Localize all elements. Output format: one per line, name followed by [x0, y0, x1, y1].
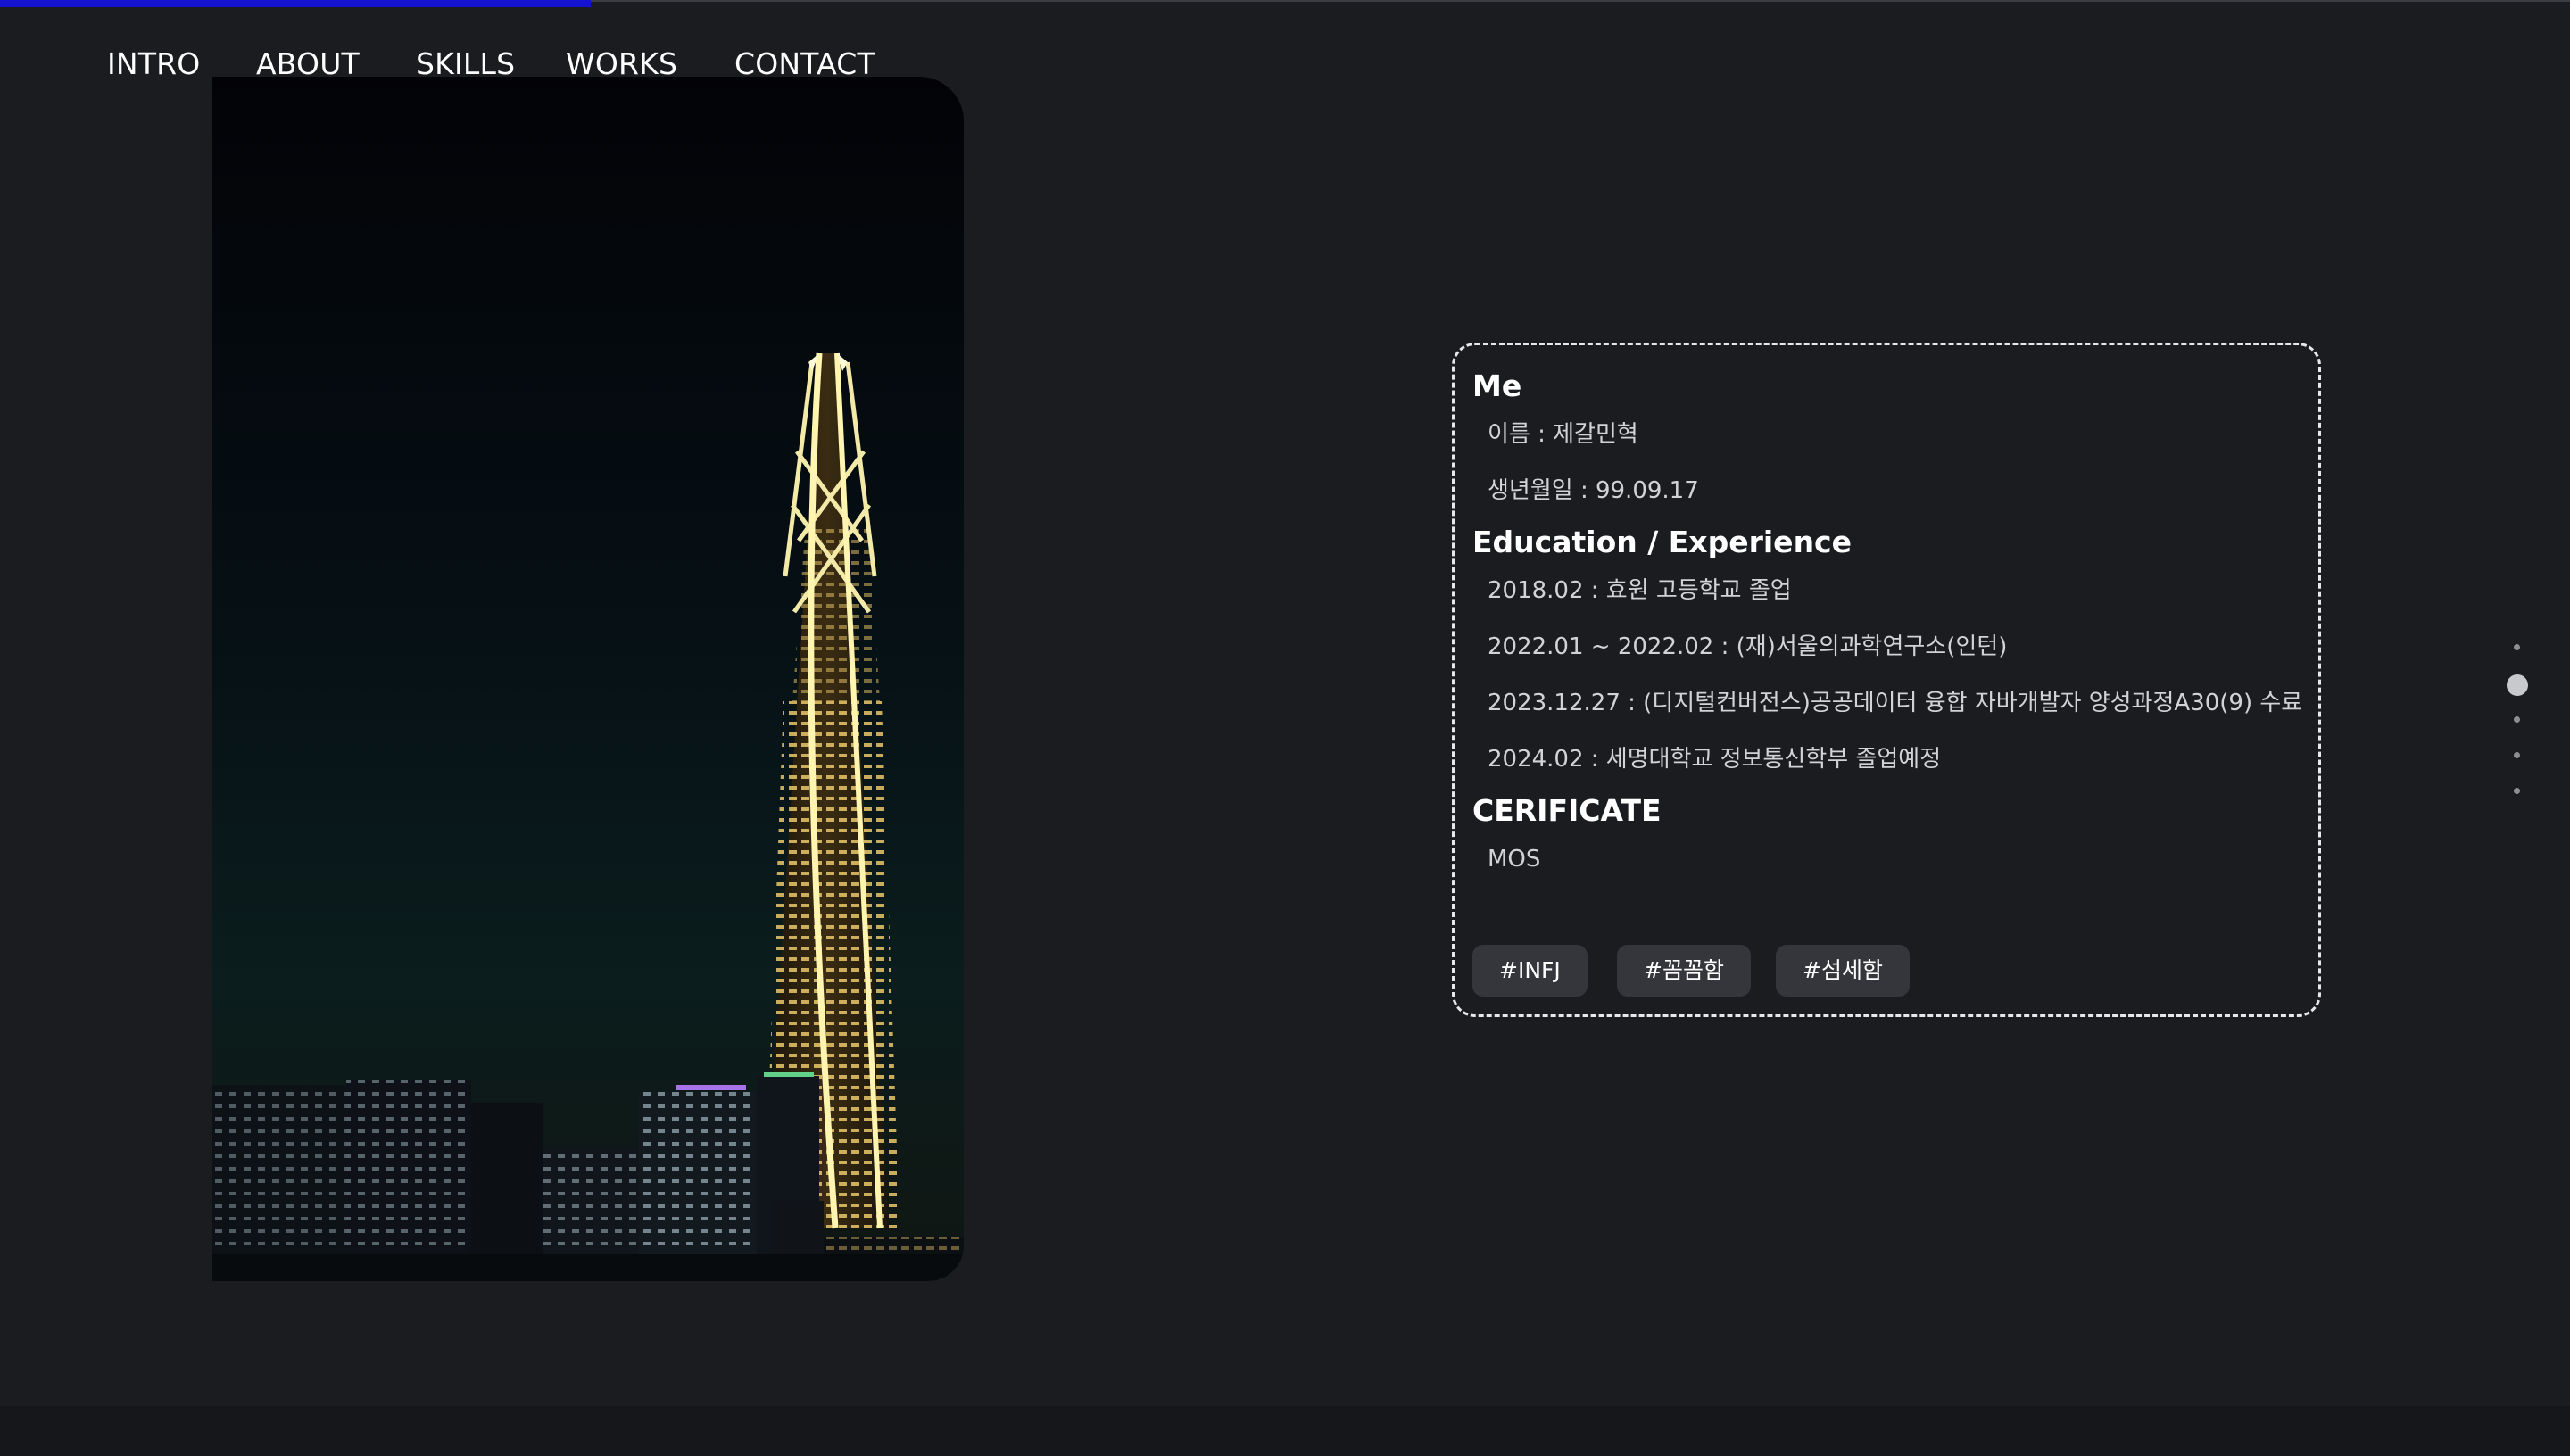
section-title-me: Me: [1472, 368, 1522, 403]
pagination-dot[interactable]: [2514, 752, 2520, 758]
education-item: 2023.12.27 : (디지털컨버전스)공공데이터 융합 자바개발자 양성과…: [1488, 690, 2303, 716]
tag-chip: #섬세함: [1776, 945, 1910, 997]
footer-bar: [0, 1406, 2570, 1456]
tag-chip: #꼼꼼함: [1617, 945, 1751, 997]
info-name: 이름 : 제갈민혁: [1488, 421, 1638, 448]
pagination-dot-active[interactable]: [2507, 674, 2528, 696]
pagination-dot[interactable]: [2514, 716, 2520, 723]
education-item: 2022.01 ~ 2022.02 : (재)서울의과학연구소(인턴): [1488, 633, 2008, 660]
education-item: 2024.02 : 세명대학교 정보통신학부 졸업예정: [1488, 746, 1942, 773]
section-title-education: Education / Experience: [1472, 525, 1853, 559]
scroll-progress-bar: [0, 0, 592, 7]
about-info-card: Me 이름 : 제갈민혁 생년월일 : 99.09.17 Education /…: [1452, 343, 2321, 1017]
pagination-dot[interactable]: [2514, 788, 2520, 794]
section-title-certificate: CERIFICATE: [1472, 793, 1662, 828]
tag-chip: #INFJ: [1472, 945, 1588, 997]
night-skyline-illustration: [212, 77, 964, 1281]
section-pagination: [2506, 642, 2528, 821]
education-item: 2018.02 : 효원 고등학교 졸업: [1488, 577, 1792, 604]
page: INTRO ABOUT SKILLS WORKS CONTACT Me 이름:…: [0, 0, 2570, 1456]
info-birth: 생년월일 : 99.09.17: [1488, 477, 1699, 504]
pagination-dot[interactable]: [2514, 644, 2520, 650]
nav-intro[interactable]: INTRO: [107, 45, 200, 84]
certificate-item: MOS: [1488, 846, 1541, 873]
profile-photo: [212, 77, 964, 1281]
